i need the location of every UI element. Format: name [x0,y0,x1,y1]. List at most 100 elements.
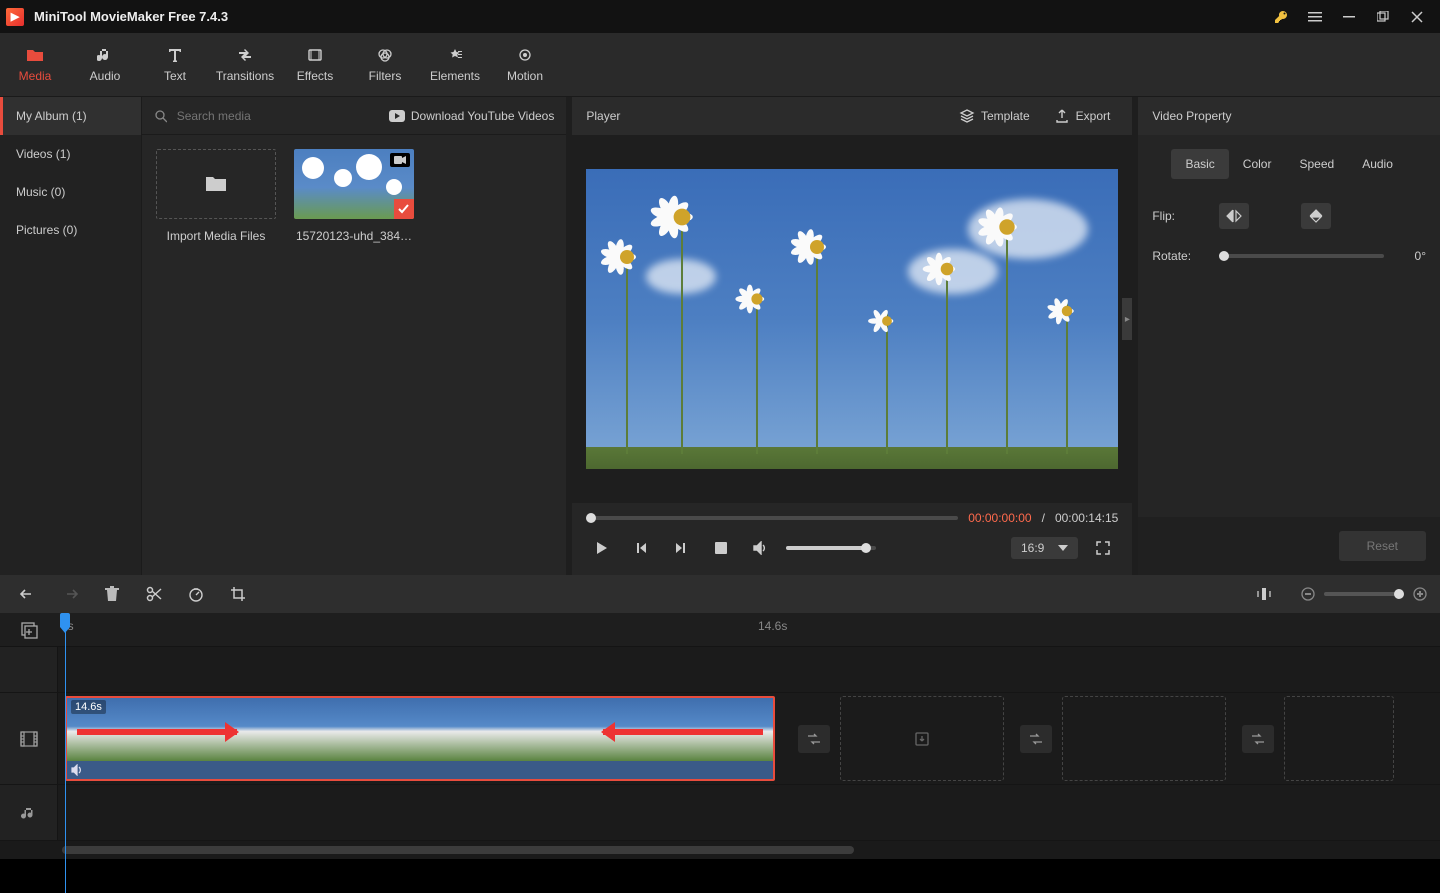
download-youtube-button[interactable]: Download YouTube Videos [389,109,554,123]
properties-panel: Video Property Basic Color Speed Audio F… [1138,97,1440,575]
media-nav-pictures[interactable]: Pictures (0) [0,211,141,249]
empty-clip-slot[interactable] [1284,696,1394,781]
effects-icon [307,47,323,63]
ribbon-tab-label: Elements [430,69,480,83]
close-button[interactable] [1400,0,1434,33]
media-clip-tile[interactable]: 15720123-uhd_384… [294,149,414,561]
zoom-in-button[interactable] [1410,578,1430,610]
split-button[interactable] [136,578,172,610]
ribbon: Media Audio Text Transitions Effects Fil… [0,33,1440,97]
timeline-toolbar [0,575,1440,613]
redo-button[interactable] [52,578,88,610]
video-badge-icon [390,153,410,167]
crop-button[interactable] [220,578,256,610]
trim-arrow-left-icon [77,729,237,735]
preview-canvas[interactable] [586,169,1118,469]
media-nav-videos[interactable]: Videos (1) [0,135,141,173]
zoom-out-button[interactable] [1298,578,1318,610]
transitions-icon [237,47,253,63]
activate-key-button[interactable] [1264,0,1298,33]
search-input[interactable] [175,108,381,124]
template-button[interactable]: Template [951,104,1038,128]
property-tab-color[interactable]: Color [1229,149,1286,179]
preview-area: ▸ [572,135,1132,503]
property-tab-speed[interactable]: Speed [1285,149,1348,179]
reset-button[interactable]: Reset [1339,531,1426,561]
maximize-button[interactable] [1366,0,1400,33]
youtube-icon [389,110,405,122]
zoom-slider[interactable] [1324,592,1404,596]
property-tab-audio[interactable]: Audio [1348,149,1407,179]
property-tab-basic[interactable]: Basic [1171,149,1228,179]
playhead[interactable] [65,613,66,893]
music-icon [97,47,113,63]
ribbon-tab-label: Media [19,69,52,83]
add-track-icon[interactable] [20,621,38,639]
ribbon-tab-label: Text [164,69,186,83]
media-nav-my-album[interactable]: My Album (1) [0,97,141,135]
empty-clip-slot[interactable] [840,696,1004,781]
empty-clip-slot[interactable] [1062,696,1226,781]
video-clip[interactable]: 14.6s [65,696,775,781]
volume-button[interactable] [746,533,776,563]
ribbon-tab-label: Effects [297,69,333,83]
delete-button[interactable] [94,578,130,610]
timeline-ruler[interactable]: 0s 14.6s [0,613,1440,647]
ribbon-tab-effects[interactable]: Effects [280,33,350,96]
speed-button[interactable] [178,578,214,610]
volume-slider[interactable] [786,546,876,550]
player-title: Player [586,109,951,123]
next-frame-button[interactable] [666,533,696,563]
rotate-slider[interactable] [1219,254,1384,258]
timeline-audio-track[interactable] [0,785,1440,841]
prev-frame-button[interactable] [626,533,656,563]
export-button[interactable]: Export [1046,104,1119,128]
clip-audio-strip [67,761,773,779]
film-icon [20,731,38,747]
time-separator: / [1042,511,1045,525]
timeline-scrollbar[interactable] [0,841,1440,859]
import-media-tile[interactable]: Import Media Files [156,149,276,561]
ribbon-tab-label: Filters [369,69,402,83]
rotate-value: 0° [1396,249,1426,263]
ruler-mark-end: 14.6s [758,619,787,633]
seek-slider[interactable] [586,516,958,520]
import-media-label: Import Media Files [167,229,266,243]
ribbon-tab-motion[interactable]: Motion [490,33,560,96]
stop-button[interactable] [706,533,736,563]
ribbon-tab-text[interactable]: Text [140,33,210,96]
timeline-video-track[interactable]: 14.6s [0,693,1440,785]
motion-icon [517,47,533,63]
player-panel: Player Template Export [572,97,1132,575]
title-bar: ▶ MiniTool MovieMaker Free 7.4.3 [0,0,1440,33]
elements-icon [447,47,463,63]
ribbon-tab-media[interactable]: Media [0,33,70,96]
ribbon-tab-label: Audio [90,69,121,83]
ribbon-tab-elements[interactable]: Elements [420,33,490,96]
auto-fit-button[interactable] [1246,578,1282,610]
transition-slot[interactable] [798,725,830,753]
undo-button[interactable] [10,578,46,610]
ribbon-tab-audio[interactable]: Audio [70,33,140,96]
time-duration: 00:00:14:15 [1055,511,1118,525]
used-check-icon [394,199,414,219]
menu-button[interactable] [1298,0,1332,33]
speaker-icon [71,764,83,776]
properties-tabs: Basic Color Speed Audio [1138,135,1440,193]
flip-horizontal-button[interactable] [1219,203,1249,229]
fullscreen-button[interactable] [1088,533,1118,563]
minimize-button[interactable] [1332,0,1366,33]
layers-icon [959,108,975,124]
ribbon-tab-transitions[interactable]: Transitions [210,33,280,96]
flip-vertical-button[interactable] [1301,203,1331,229]
download-youtube-label: Download YouTube Videos [411,109,554,123]
ribbon-tab-filters[interactable]: Filters [350,33,420,96]
transition-slot[interactable] [1020,725,1052,753]
panel-collapse-button[interactable]: ▸ [1122,298,1132,340]
media-nav-music[interactable]: Music (0) [0,173,141,211]
aspect-ratio-select[interactable]: 16:9 [1011,537,1078,559]
folder-icon [205,175,227,193]
transition-slot[interactable] [1242,725,1274,753]
timeline-text-track[interactable] [0,647,1440,693]
play-button[interactable] [586,533,616,563]
